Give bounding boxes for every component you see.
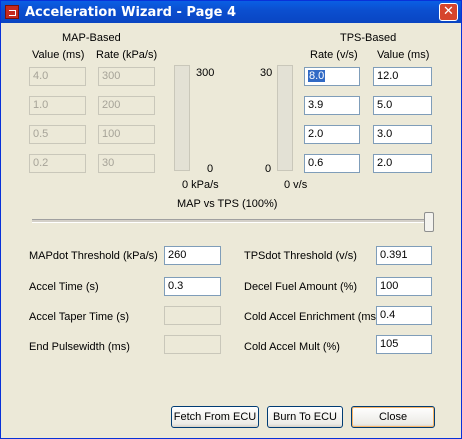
cold-accel-mult-input[interactable]: 105 bbox=[376, 335, 432, 354]
tps-rate-column-label: Rate (v/s) bbox=[310, 49, 358, 61]
tps-value-column-label: Value (ms) bbox=[377, 49, 430, 61]
window-title: Acceleration Wizard - Page 4 bbox=[25, 5, 237, 20]
tps-rate-1-selected-text: 8.0 bbox=[308, 70, 326, 82]
map-based-heading: MAP-Based bbox=[62, 32, 121, 44]
mapdot-threshold-input[interactable]: 260 bbox=[164, 246, 221, 265]
burn-to-ecu-button[interactable]: Burn To ECU bbox=[267, 406, 343, 428]
cold-accel-enrichment-input[interactable]: 0.4 bbox=[376, 306, 432, 325]
mapdot-threshold-label: MAPdot Threshold (kPa/s) bbox=[29, 250, 158, 262]
tps-slider-max-label: 30 bbox=[260, 67, 273, 79]
tpsdot-threshold-label: TPSdot Threshold (v/s) bbox=[244, 250, 357, 262]
acceleration-wizard-window: Acceleration Wizard - Page 4 ✕ MAP-Based… bbox=[0, 0, 462, 439]
map-vs-tps-slider-track[interactable] bbox=[32, 219, 432, 223]
cold-accel-mult-label: Cold Accel Mult (%) bbox=[244, 341, 340, 353]
end-pulsewidth-input bbox=[164, 335, 221, 354]
tps-value-4-input[interactable]: 2.0 bbox=[373, 154, 432, 173]
accel-time-label: Accel Time (s) bbox=[29, 281, 99, 293]
map-slider-min-label: 0 bbox=[207, 163, 214, 175]
tpsdot-threshold-input[interactable]: 0.391 bbox=[376, 246, 432, 265]
map-rate-column-label: Rate (kPa/s) bbox=[96, 49, 158, 61]
end-pulsewidth-label: End Pulsewidth (ms) bbox=[29, 341, 130, 353]
tps-value-1-input[interactable]: 12.0 bbox=[373, 67, 432, 86]
decel-fuel-amount-label: Decel Fuel Amount (%) bbox=[244, 281, 358, 293]
map-rate-3-field: 100 bbox=[98, 125, 155, 144]
close-button[interactable]: Close bbox=[351, 406, 435, 428]
map-vs-tps-label: MAP vs TPS (100%) bbox=[177, 198, 278, 210]
tps-rate-2-input[interactable]: 3.9 bbox=[304, 96, 360, 115]
tps-based-heading: TPS-Based bbox=[340, 32, 397, 44]
map-rate-1-field: 300 bbox=[98, 67, 155, 86]
decel-fuel-amount-input[interactable]: 100 bbox=[376, 277, 432, 296]
accel-time-input[interactable]: 0.3 bbox=[164, 277, 221, 296]
map-slider-max-label: 300 bbox=[196, 67, 215, 79]
map-vs-tps-slider-thumb[interactable] bbox=[424, 212, 434, 232]
map-value-4-field: 0.2 bbox=[29, 154, 86, 173]
tps-rate-1-input[interactable]: 8.0 bbox=[304, 67, 360, 86]
map-rate-4-field: 30 bbox=[98, 154, 155, 173]
accel-taper-time-input bbox=[164, 306, 221, 325]
tps-rate-slider[interactable] bbox=[277, 65, 293, 171]
tps-rate-3-input[interactable]: 2.0 bbox=[304, 125, 360, 144]
fetch-from-ecu-button[interactable]: Fetch From ECU bbox=[171, 406, 259, 428]
title-bar[interactable]: Acceleration Wizard - Page 4 ✕ bbox=[1, 1, 461, 23]
app-icon bbox=[5, 5, 19, 19]
map-slider-unit-label: 0 kPa/s bbox=[182, 179, 219, 191]
map-value-1-field: 4.0 bbox=[29, 67, 86, 86]
map-value-2-field: 1.0 bbox=[29, 96, 86, 115]
accel-taper-time-label: Accel Taper Time (s) bbox=[29, 311, 130, 323]
map-value-column-label: Value (ms) bbox=[32, 49, 85, 61]
cold-accel-enrichment-label: Cold Accel Enrichment (ms) bbox=[244, 311, 380, 323]
tps-rate-4-input[interactable]: 0.6 bbox=[304, 154, 360, 173]
map-rate-2-field: 200 bbox=[98, 96, 155, 115]
close-window-button[interactable]: ✕ bbox=[439, 3, 458, 21]
tps-slider-unit-label: 0 v/s bbox=[284, 179, 308, 191]
tps-value-2-input[interactable]: 5.0 bbox=[373, 96, 432, 115]
map-value-3-field: 0.5 bbox=[29, 125, 86, 144]
tps-slider-min-label: 0 bbox=[265, 163, 272, 175]
map-rate-slider[interactable] bbox=[174, 65, 190, 171]
tps-value-3-input[interactable]: 3.0 bbox=[373, 125, 432, 144]
